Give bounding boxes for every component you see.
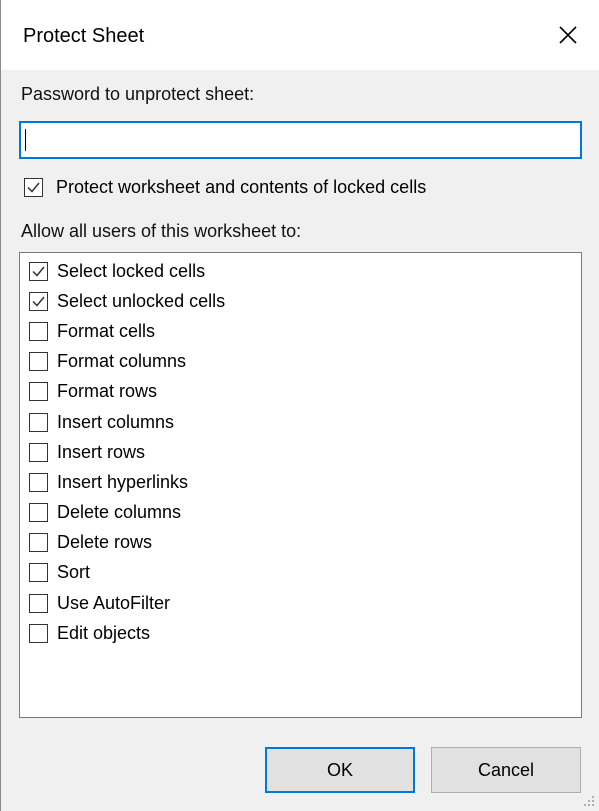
password-input[interactable] bbox=[19, 121, 582, 159]
permission-checkbox[interactable] bbox=[29, 261, 48, 281]
permissions-list[interactable]: Select locked cells Select unlocked cells… bbox=[19, 252, 582, 718]
permission-label: Insert rows bbox=[57, 441, 146, 462]
protect-sheet-dialog: Protect Sheet Password to unprotect shee… bbox=[0, 0, 599, 811]
permission-item[interactable]: Delete rows bbox=[20, 528, 581, 558]
permission-checkbox[interactable] bbox=[29, 291, 48, 311]
checkmark-icon bbox=[32, 296, 45, 307]
permission-checkbox[interactable] bbox=[29, 623, 48, 643]
allow-users-label: Allow all users of this worksheet to: bbox=[21, 221, 302, 241]
permission-item[interactable]: Insert hyperlinks bbox=[20, 467, 581, 497]
cancel-button[interactable]: Cancel bbox=[431, 747, 581, 793]
protect-worksheet-label: Protect worksheet and contents of locked… bbox=[56, 177, 427, 197]
permission-item[interactable]: Select locked cells bbox=[20, 256, 581, 286]
permission-checkbox[interactable] bbox=[29, 412, 48, 432]
permission-checkbox[interactable] bbox=[29, 503, 48, 523]
protect-worksheet-checkbox[interactable]: Protect worksheet and contents of locked… bbox=[24, 176, 426, 198]
permission-label: Format rows bbox=[57, 381, 158, 402]
permission-item[interactable]: Delete columns bbox=[20, 498, 581, 528]
permission-checkbox[interactable] bbox=[29, 593, 48, 613]
close-button[interactable] bbox=[536, 0, 599, 70]
dialog-title: Protect Sheet bbox=[23, 25, 145, 47]
permission-label: Delete columns bbox=[57, 502, 182, 523]
checkmark-icon bbox=[32, 266, 45, 277]
title-bar: Protect Sheet bbox=[1, 0, 599, 70]
permission-checkbox[interactable] bbox=[29, 321, 48, 341]
permission-label: Format columns bbox=[57, 351, 187, 372]
close-icon bbox=[559, 26, 577, 44]
resize-grip-icon[interactable] bbox=[583, 795, 595, 807]
permission-checkbox[interactable] bbox=[29, 352, 48, 372]
permission-item[interactable]: Insert rows bbox=[20, 437, 581, 467]
permission-label: Select locked cells bbox=[57, 260, 206, 281]
permission-checkbox[interactable] bbox=[29, 472, 48, 492]
permission-label: Select unlocked cells bbox=[57, 290, 226, 311]
permission-label: Format cells bbox=[57, 320, 156, 341]
text-caret bbox=[25, 129, 26, 151]
permission-item[interactable]: Insert columns bbox=[20, 407, 581, 437]
permission-checkbox[interactable] bbox=[29, 533, 48, 553]
permission-label: Sort bbox=[57, 562, 91, 583]
permission-label: Insert columns bbox=[57, 411, 175, 432]
permission-checkbox[interactable] bbox=[29, 563, 48, 583]
permission-item[interactable]: Edit objects bbox=[20, 618, 581, 648]
permission-checkbox[interactable] bbox=[29, 442, 48, 462]
permission-item[interactable]: Format columns bbox=[20, 347, 581, 377]
permission-checkbox[interactable] bbox=[29, 382, 48, 402]
protect-checkbox-box[interactable] bbox=[24, 177, 43, 197]
permission-item[interactable]: Sort bbox=[20, 558, 581, 588]
permission-item[interactable]: Select unlocked cells bbox=[20, 286, 581, 316]
checkmark-icon bbox=[27, 182, 40, 193]
permission-label: Use AutoFilter bbox=[57, 592, 171, 613]
permission-item[interactable]: Use AutoFilter bbox=[20, 588, 581, 618]
permission-label: Insert hyperlinks bbox=[57, 471, 189, 492]
permission-item[interactable]: Format rows bbox=[20, 377, 581, 407]
ok-button[interactable]: OK bbox=[265, 747, 415, 793]
permission-label: Edit objects bbox=[57, 622, 151, 643]
password-label: Password to unprotect sheet: bbox=[21, 84, 255, 104]
permission-label: Delete rows bbox=[57, 532, 153, 553]
permission-item[interactable]: Format cells bbox=[20, 316, 581, 346]
